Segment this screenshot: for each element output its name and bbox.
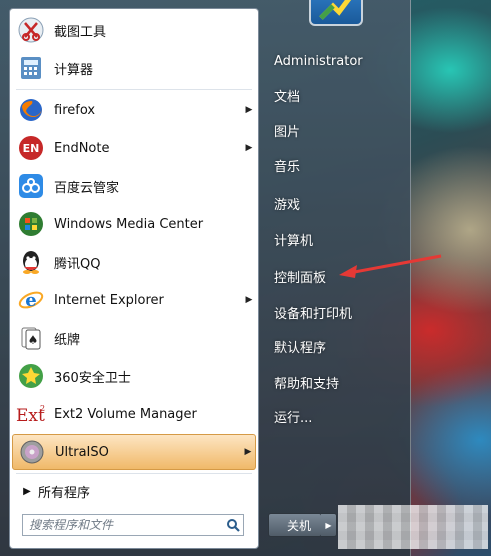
solitaire-icon: ♠ [16, 323, 46, 353]
ext2-icon: Ext 2 [16, 399, 46, 429]
right-item-label: 音乐 [274, 159, 301, 175]
shutdown-options-button[interactable]: ▶ [321, 513, 337, 537]
endnote-icon: EN [16, 133, 46, 163]
program-label: Ext2 Volume Manager [54, 406, 197, 422]
program-calculator[interactable]: 计算器 [12, 50, 256, 86]
program-qq[interactable]: 腾讯QQ [12, 244, 256, 280]
svg-text:EN: EN [23, 142, 40, 155]
right-item-label: 运行... [274, 410, 313, 426]
right-item-label: 帮助和支持 [274, 376, 340, 392]
right-item-run[interactable]: 运行... [266, 402, 402, 430]
submenu-arrow-icon: ▶ [245, 143, 253, 153]
annotation-arrow-icon [335, 252, 445, 286]
search-input[interactable] [23, 516, 223, 534]
snipping-tool-icon [16, 15, 46, 45]
right-item-label: 文档 [274, 89, 301, 105]
program-label: 百度云管家 [54, 180, 120, 196]
right-item-help-and-support[interactable]: 帮助和支持 [266, 368, 402, 396]
expand-arrow-icon: ▶ [23, 485, 31, 497]
mosaic-watermark [338, 505, 488, 549]
program-windows-media-center[interactable]: Windows Media Center [12, 206, 256, 242]
shutdown-button[interactable]: 关机 [268, 513, 322, 537]
360-security-icon [16, 361, 46, 391]
search-box [22, 514, 244, 536]
right-item-label: 默认程序 [274, 340, 327, 356]
submenu-arrow-icon: ▶ [245, 295, 253, 305]
right-item-administrator[interactable]: Administrator [266, 47, 402, 75]
baidu-cloud-icon [16, 171, 46, 201]
program-label: EndNote [54, 140, 110, 156]
internet-explorer-icon: e [16, 285, 46, 315]
firefox-icon [16, 95, 46, 125]
program-label: 腾讯QQ [54, 256, 101, 272]
program-label: 截图工具 [54, 24, 107, 40]
program-firefox[interactable]: firefox ▶ [12, 92, 256, 128]
program-label: 纸牌 [54, 332, 81, 348]
program-ext2-volume-manager[interactable]: Ext 2 Ext2 Volume Manager [12, 396, 256, 432]
program-baidu-cloud[interactable]: 百度云管家 [12, 168, 256, 204]
right-item-pictures[interactable]: 图片 [266, 116, 402, 144]
user-picture[interactable] [309, 0, 363, 26]
search-icon[interactable] [223, 515, 243, 535]
right-item-documents[interactable]: 文档 [266, 81, 402, 109]
chevron-right-icon: ▶ [325, 520, 332, 530]
qq-icon [16, 247, 46, 277]
submenu-arrow-icon: ▶ [244, 447, 252, 457]
right-item-label: Administrator [274, 53, 363, 69]
separator [16, 473, 252, 474]
ultraiso-icon [17, 437, 47, 467]
right-item-label: 计算机 [274, 233, 314, 249]
left-pane: 截图工具 计算器 firefox ▶ EN EndNote ▶ 百度云管家 Wi… [9, 8, 259, 549]
program-label: Internet Explorer [54, 292, 164, 308]
right-item-devices-and-printers[interactable]: 设备和打印机 [266, 298, 402, 326]
svg-text:♠: ♠ [28, 333, 39, 347]
right-item-label: 游戏 [274, 197, 301, 213]
program-label: Windows Media Center [54, 216, 204, 232]
program-label: firefox [54, 102, 96, 118]
svg-text:2: 2 [40, 404, 45, 413]
all-programs-button[interactable]: ▶ 所有程序 [16, 477, 252, 505]
right-item-label: 图片 [274, 124, 301, 140]
right-item-default-programs[interactable]: 默认程序 [266, 332, 402, 360]
all-programs-label: 所有程序 [38, 485, 91, 501]
right-item-computer[interactable]: 计算机 [266, 225, 402, 253]
windows-media-center-icon [16, 209, 46, 239]
program-solitaire[interactable]: ♠ 纸牌 [12, 320, 256, 356]
calculator-icon [16, 53, 46, 83]
separator [16, 89, 252, 90]
submenu-arrow-icon: ▶ [245, 105, 253, 115]
right-item-label: 设备和打印机 [274, 306, 353, 322]
right-item-label: 控制面板 [274, 270, 327, 286]
right-item-games[interactable]: 游戏 [266, 189, 402, 217]
svg-text:e: e [25, 290, 36, 311]
program-label: 计算器 [54, 62, 94, 78]
program-360-security[interactable]: 360安全卫士 [12, 358, 256, 394]
program-endnote[interactable]: EN EndNote ▶ [12, 130, 256, 166]
program-label: 360安全卫士 [54, 370, 131, 386]
program-snipping-tool[interactable]: 截图工具 [12, 12, 256, 48]
program-internet-explorer[interactable]: e Internet Explorer ▶ [12, 282, 256, 318]
program-label: UltraISO [55, 444, 109, 460]
shutdown-label: 关机 [287, 518, 312, 533]
right-item-music[interactable]: 音乐 [266, 151, 402, 179]
program-ultraiso[interactable]: UltraISO ▶ [12, 434, 256, 470]
